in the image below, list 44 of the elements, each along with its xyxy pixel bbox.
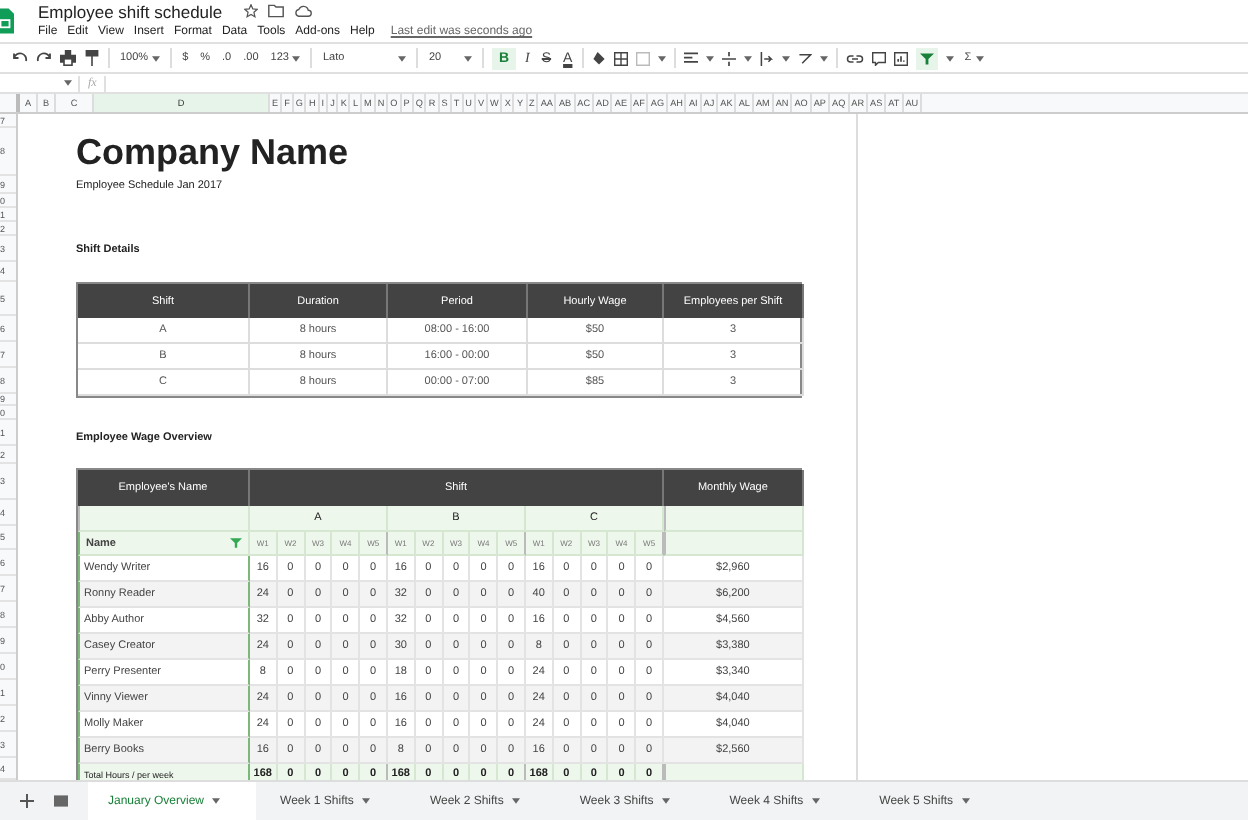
- company-name: Company Name: [76, 131, 349, 173]
- merge-cells-icon[interactable]: [636, 51, 651, 65]
- caret-icon: [811, 798, 820, 804]
- comment-icon[interactable]: [872, 51, 887, 65]
- link-icon[interactable]: [846, 53, 865, 63]
- table-cell: [663, 532, 804, 556]
- caret-icon: [464, 55, 473, 61]
- caret-icon: [706, 55, 715, 61]
- caret-icon: [152, 55, 161, 61]
- undo-icon[interactable]: [12, 52, 28, 64]
- document-title[interactable]: Employee shift schedule: [38, 1, 223, 21]
- caret-icon: [398, 55, 407, 61]
- caret-icon: [820, 55, 829, 61]
- caret-icon: [744, 55, 753, 61]
- vertical-align-icon[interactable]: [722, 51, 737, 65]
- table-cell: [663, 506, 804, 532]
- paint-format-icon[interactable]: [84, 50, 100, 66]
- all-sheets-icon[interactable]: [54, 794, 68, 808]
- text-rotate-icon[interactable]: [798, 51, 813, 65]
- caret-icon: [64, 80, 72, 86]
- filter-button[interactable]: [916, 47, 939, 69]
- star-icon[interactable]: [244, 4, 259, 18]
- text-wrap-icon[interactable]: [760, 51, 775, 65]
- caret-icon: [975, 55, 984, 61]
- caret-icon: [782, 55, 791, 61]
- caret-icon: [946, 55, 955, 61]
- cloud-icon[interactable]: [294, 4, 313, 18]
- add-sheet-icon[interactable]: [20, 794, 34, 808]
- caret-icon: [658, 55, 667, 61]
- redo-icon[interactable]: [36, 52, 52, 64]
- caret-icon: [661, 798, 670, 804]
- sheets-logo-icon[interactable]: [0, 4, 14, 38]
- print-icon[interactable]: [60, 50, 76, 66]
- fill-color-icon[interactable]: [592, 51, 607, 65]
- caret-icon: [212, 798, 221, 804]
- caret-icon: [361, 798, 370, 804]
- align-left-icon[interactable]: [684, 51, 699, 65]
- chart-icon[interactable]: [894, 51, 909, 65]
- folder-icon[interactable]: [268, 4, 285, 18]
- caret-icon: [961, 798, 970, 804]
- caret-icon: [292, 55, 301, 61]
- borders-icon[interactable]: [614, 51, 629, 65]
- filter-icon[interactable]: [230, 538, 242, 548]
- caret-icon: [511, 798, 520, 804]
